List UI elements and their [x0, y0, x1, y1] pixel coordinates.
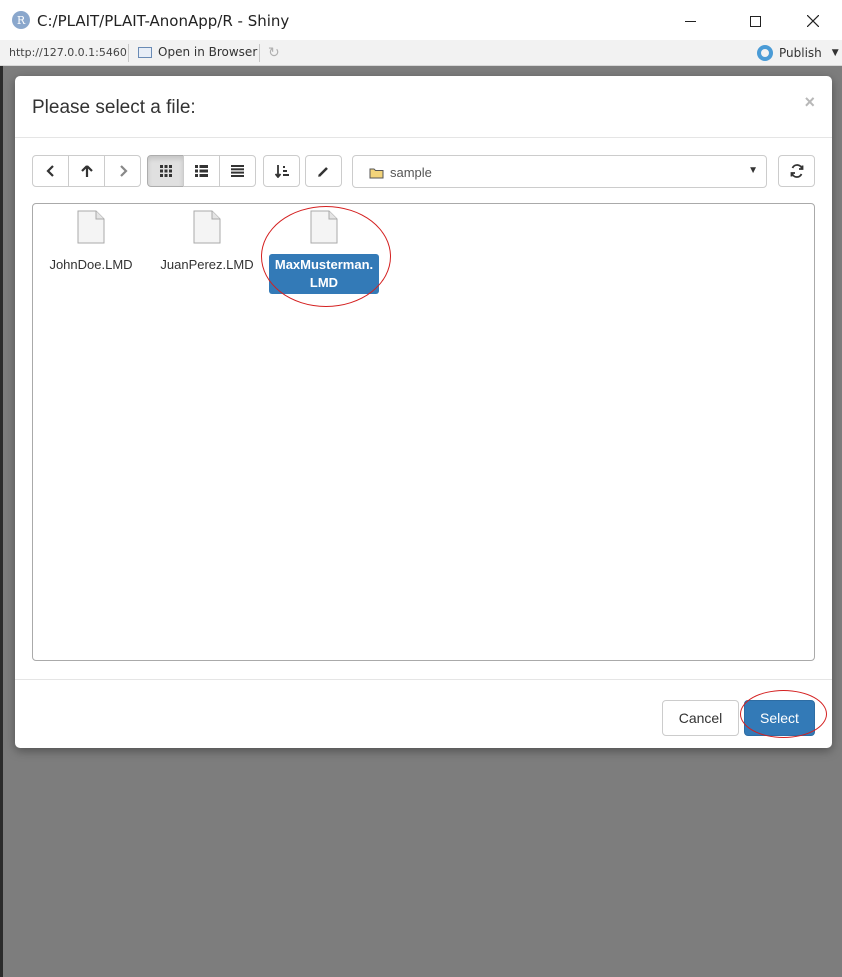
- cancel-button[interactable]: Cancel: [662, 700, 739, 736]
- list-view-icon: [195, 165, 208, 177]
- file-name: MaxMusterman.LMD: [269, 254, 379, 294]
- window-title: C:/PLAIT/PLAIT-AnonApp/R - Shiny: [37, 12, 290, 30]
- grid-view-icon: [159, 165, 172, 177]
- view-detail-button[interactable]: [219, 155, 256, 187]
- refresh-icon: [790, 164, 803, 178]
- viewer-toolbar: http://127.0.0.1:5460 Open in Browser ↻ …: [0, 40, 842, 66]
- modal-close-button[interactable]: ×: [804, 92, 815, 113]
- r-logo-icon: R: [12, 11, 30, 29]
- arrow-up-icon: [80, 164, 93, 177]
- pencil-icon: [318, 166, 328, 177]
- file-name: JuanPerez.LMD: [160, 257, 254, 272]
- modal-title: Please select a file:: [32, 97, 196, 118]
- chevron-down-icon[interactable]: ▼: [832, 48, 839, 58]
- chevron-right-icon: [119, 165, 128, 177]
- refresh-button[interactable]: [778, 155, 815, 187]
- back-button[interactable]: [32, 155, 69, 187]
- maximize-button[interactable]: [732, 6, 778, 36]
- close-icon: [807, 15, 819, 27]
- current-folder-label: sample: [390, 165, 432, 180]
- file-icon: [193, 210, 221, 244]
- window-edge: [0, 66, 3, 977]
- open-in-browser-label: Open in Browser: [158, 45, 258, 59]
- folder-icon: [369, 168, 384, 179]
- modal-footer: Cancel Select: [15, 679, 832, 748]
- close-window-button[interactable]: [790, 6, 836, 36]
- reload-icon[interactable]: ↻: [268, 45, 284, 61]
- toolbar-divider: [128, 44, 129, 62]
- file-icon: [77, 210, 105, 244]
- minimize-icon: [684, 20, 696, 22]
- file-browser-pane[interactable]: JohnDoe.LMD JuanPerez.LMD MaxMusterman.L…: [32, 203, 815, 661]
- chevron-left-icon: [45, 165, 54, 177]
- file-item[interactable]: JuanPerez.LMD: [151, 210, 263, 276]
- file-icon: [310, 210, 338, 244]
- publish-button[interactable]: Publish ▼: [757, 45, 839, 61]
- file-item[interactable]: JohnDoe.LMD: [35, 210, 147, 276]
- minimize-button[interactable]: [667, 6, 713, 36]
- folder-dropdown[interactable]: sample ▼: [352, 155, 767, 188]
- maximize-icon: [749, 15, 761, 27]
- file-select-modal: Please select a file: × sample ▼ JohnDoe…: [15, 76, 832, 748]
- up-button[interactable]: [68, 155, 105, 187]
- sort-icon: [274, 165, 289, 178]
- url-text: http://127.0.0.1:5460: [9, 46, 127, 59]
- select-button[interactable]: Select: [744, 700, 815, 736]
- view-list-button[interactable]: [183, 155, 220, 187]
- file-item-selected[interactable]: MaxMusterman.LMD: [268, 210, 380, 294]
- publish-label: Publish: [779, 46, 822, 60]
- open-in-browser-button[interactable]: Open in Browser: [138, 45, 257, 59]
- file-name: JohnDoe.LMD: [49, 257, 133, 272]
- publish-icon: [757, 45, 773, 61]
- sort-button[interactable]: [263, 155, 300, 187]
- modal-header: Please select a file: ×: [15, 76, 832, 138]
- toolbar-divider: [259, 44, 260, 62]
- rename-button[interactable]: [305, 155, 342, 187]
- view-icons-button[interactable]: [147, 155, 184, 187]
- browser-window-icon: [138, 46, 152, 58]
- detail-view-icon: [231, 165, 244, 177]
- window-titlebar: R C:/PLAIT/PLAIT-AnonApp/R - Shiny: [0, 0, 842, 40]
- chevron-down-icon: ▼: [748, 165, 758, 176]
- forward-button[interactable]: [104, 155, 141, 187]
